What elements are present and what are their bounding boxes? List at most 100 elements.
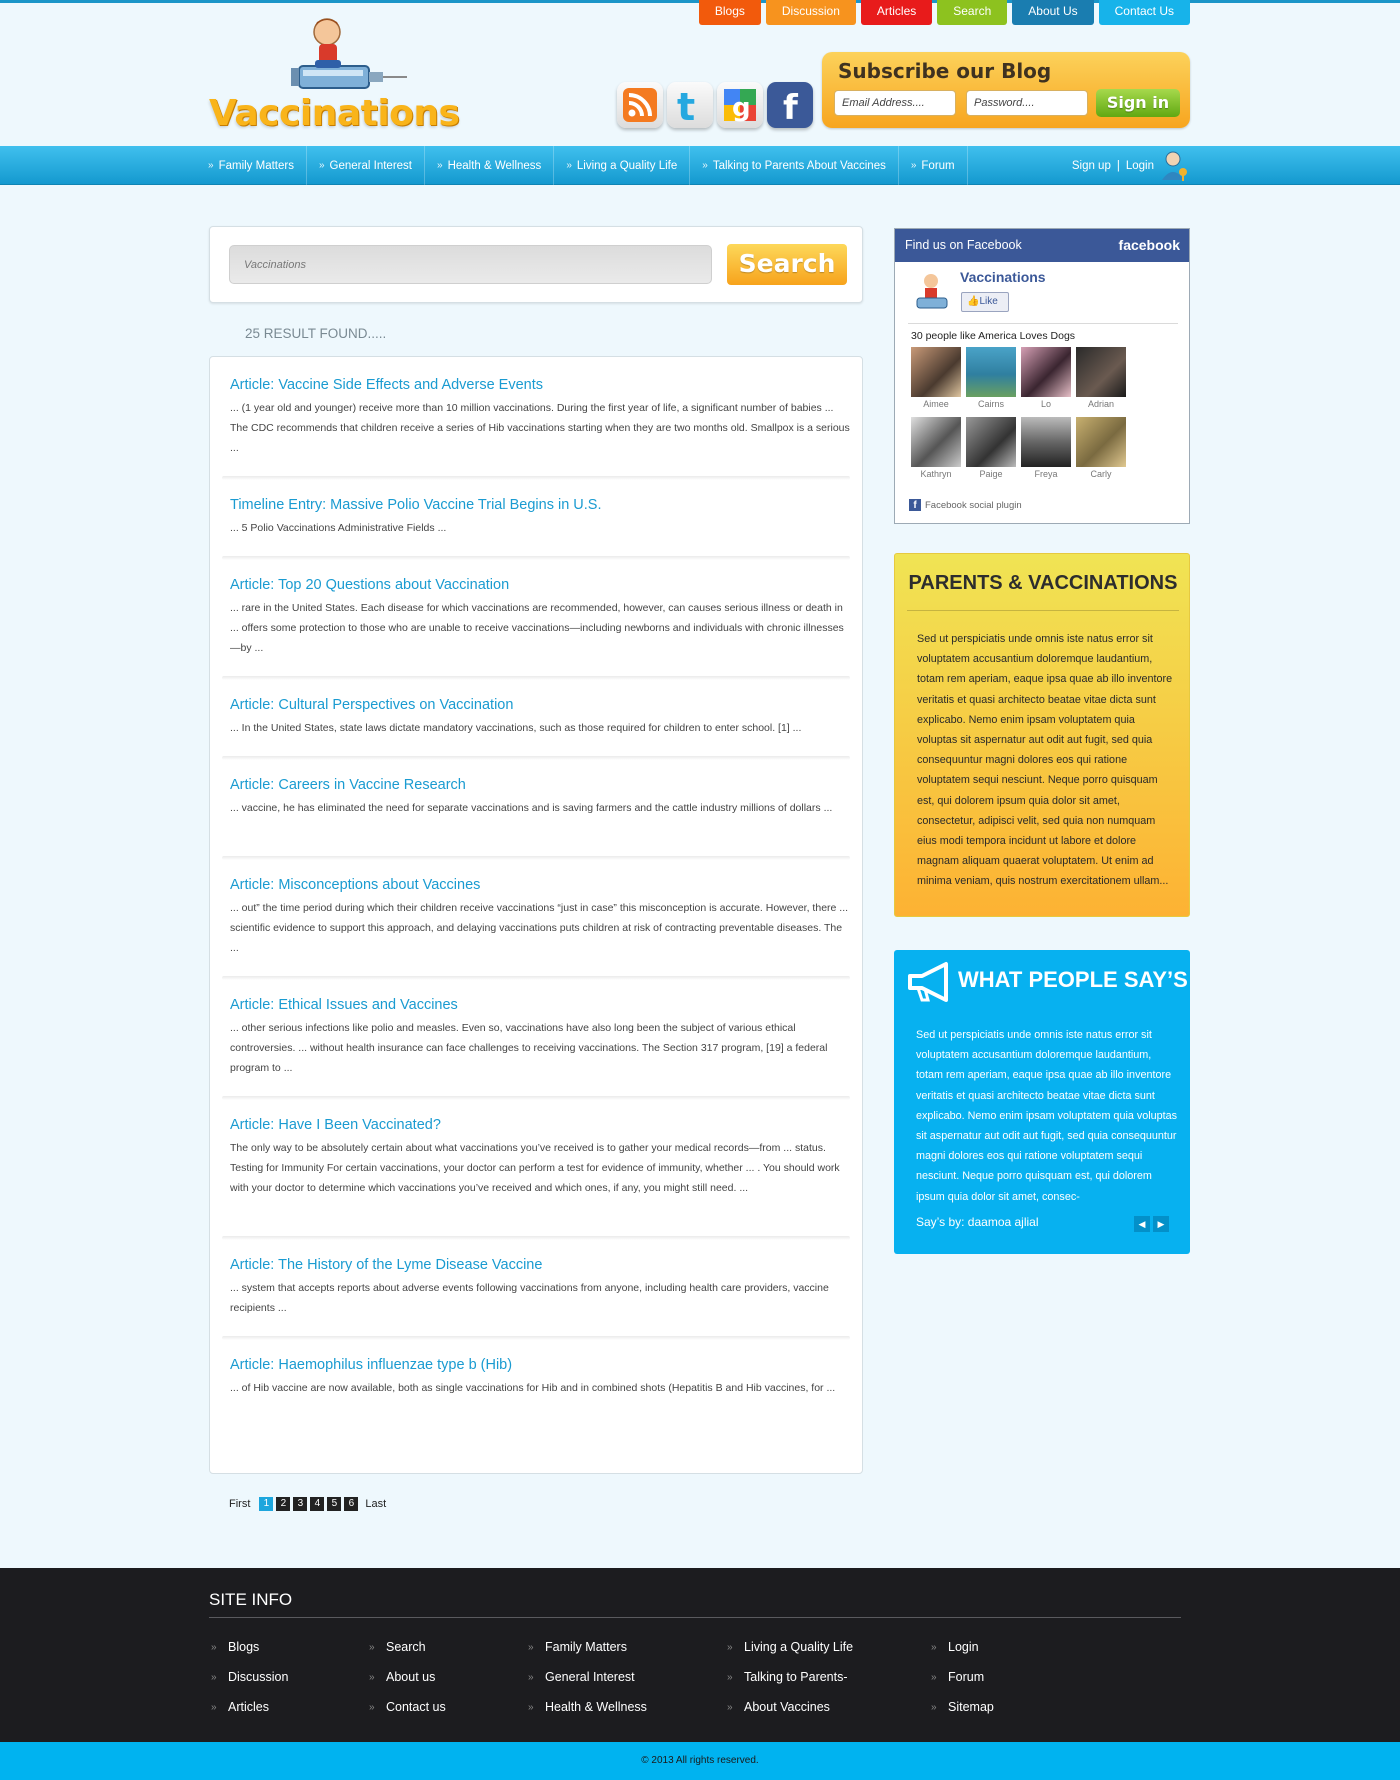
google-icon[interactable]: g xyxy=(717,82,763,128)
parents-vaccinations-panel: PARENTS & VACCINATIONS Sed ut perspiciat… xyxy=(894,553,1190,917)
footer-link-label: Login xyxy=(948,1640,979,1654)
page-3[interactable]: 3 xyxy=(293,1497,308,1511)
footer-link-label: About us xyxy=(386,1670,436,1684)
nav-separator: | xyxy=(1116,159,1120,172)
result-title[interactable]: Article: Misconceptions about Vaccines xyxy=(230,877,850,893)
footer-link[interactable]: » Search xyxy=(369,1632,446,1662)
top-tab-search[interactable]: Search xyxy=(937,0,1008,25)
page-1[interactable]: 1 xyxy=(259,1497,274,1511)
fan-name: Freya xyxy=(1034,469,1058,479)
footer-link[interactable]: » Forum xyxy=(931,1662,994,1692)
parents-title: PARENTS & VACCINATIONS xyxy=(908,572,1178,594)
result-snippet: ... In the United States, state laws dic… xyxy=(230,722,802,734)
footer-link[interactable]: » About Vaccines xyxy=(727,1692,853,1722)
result-divider xyxy=(222,856,850,860)
footer-link[interactable]: » General Interest xyxy=(528,1662,647,1692)
fan[interactable]: Lo xyxy=(1021,347,1071,413)
signin-button[interactable]: Sign in xyxy=(1096,89,1180,117)
nav-item-health-wellness[interactable]: » Health & Wellness xyxy=(437,146,555,185)
result-title[interactable]: Article: Cultural Perspectives on Vaccin… xyxy=(230,697,850,713)
facebook-page-name[interactable]: Vaccinations xyxy=(960,269,1046,285)
top-tab-about-us[interactable]: About Us xyxy=(1012,0,1094,25)
result-item: Article: Careers in Vaccine Research ... … xyxy=(230,777,850,818)
page-last[interactable]: Last xyxy=(365,1498,386,1510)
page-2[interactable]: 2 xyxy=(276,1497,291,1511)
svg-text:t: t xyxy=(677,86,695,124)
top-tab-blogs[interactable]: Blogs xyxy=(698,0,761,25)
parents-text: Sed ut perspiciatis unde omnis iste natu… xyxy=(917,633,1173,888)
footer-link[interactable]: » Talking to Parents- xyxy=(727,1662,853,1692)
footer-link[interactable]: » Sitemap xyxy=(931,1692,994,1722)
footer-link[interactable]: » Family Matters xyxy=(528,1632,647,1662)
facebook-icon[interactable]: f xyxy=(767,82,813,128)
footer-link[interactable]: » Discussion xyxy=(211,1662,288,1692)
footer-column: » Blogs » Discussion » Articles xyxy=(211,1632,288,1722)
page-4[interactable]: 4 xyxy=(310,1497,325,1511)
top-tab-contact-us[interactable]: Contact Us xyxy=(1098,0,1190,25)
user-key-icon xyxy=(1162,151,1187,181)
footer-link-label: General Interest xyxy=(545,1670,635,1684)
footer-link[interactable]: » Login xyxy=(931,1632,994,1662)
fan-name: Aimee xyxy=(923,399,949,409)
signup-link[interactable]: Sign up xyxy=(1072,160,1111,172)
facebook-plugin-note[interactable]: f Facebook social plugin xyxy=(909,499,1022,511)
result-title[interactable]: Article: Top 20 Questions about Vaccinat… xyxy=(230,577,850,593)
facebook-like-button[interactable]: 👍Like xyxy=(961,292,1009,312)
result-snippet: ... other serious infections like polio … xyxy=(230,1022,828,1074)
nav-item-living-quality-life[interactable]: » Living a Quality Life xyxy=(566,146,691,185)
fan[interactable]: Cairns xyxy=(966,347,1016,413)
footer-link[interactable]: » About us xyxy=(369,1662,446,1692)
top-tab-articles[interactable]: Articles xyxy=(860,0,933,25)
next-arrow-icon[interactable]: ▶ xyxy=(1153,1216,1169,1232)
footer-column: » Living a Quality Life » Talking to Paren… xyxy=(727,1632,853,1722)
page-first[interactable]: First xyxy=(229,1498,250,1510)
footer-link[interactable]: » Contact us xyxy=(369,1692,446,1722)
site-logo[interactable]: Vaccinations xyxy=(207,14,460,134)
fan[interactable]: Paige xyxy=(966,417,1016,483)
fan[interactable]: Kathryn xyxy=(911,417,961,483)
nav-item-family-matters[interactable]: » Family Matters xyxy=(208,146,307,185)
fan[interactable]: Freya xyxy=(1021,417,1071,483)
page-5[interactable]: 5 xyxy=(327,1497,342,1511)
chevron-double-icon: » xyxy=(931,1701,937,1713)
result-title[interactable]: Article: Careers in Vaccine Research xyxy=(230,777,850,793)
password-field[interactable]: Password.... xyxy=(966,90,1088,116)
result-title[interactable]: Timeline Entry: Massive Polio Vaccine Tr… xyxy=(230,497,850,513)
people-page-name[interactable]: America Loves Dogs xyxy=(978,330,1075,342)
footer-link-label: Contact us xyxy=(386,1700,446,1714)
footer-link[interactable]: » Health & Wellness xyxy=(528,1692,647,1722)
page-6[interactable]: 6 xyxy=(344,1497,359,1511)
result-title[interactable]: Article: The History of the Lyme Disease… xyxy=(230,1257,850,1273)
rss-icon[interactable] xyxy=(617,82,663,128)
chevron-double-icon: » xyxy=(318,160,325,171)
footer-link[interactable]: » Blogs xyxy=(211,1632,288,1662)
megaphone-icon xyxy=(908,962,948,1002)
result-snippet: ... vaccine, he has eliminated the need … xyxy=(230,802,833,814)
result-title[interactable]: Article: Have I Been Vaccinated? xyxy=(230,1117,850,1133)
login-link[interactable]: Login xyxy=(1126,160,1154,172)
result-title[interactable]: Article: Ethical Issues and Vaccines xyxy=(230,997,850,1013)
result-item: Article: The History of the Lyme Disease… xyxy=(230,1257,850,1318)
footer-link[interactable]: » Articles xyxy=(211,1692,288,1722)
result-snippet: The only way to be absolutely certain ab… xyxy=(230,1142,840,1194)
nav-item-label: Health & Wellness xyxy=(447,159,542,172)
result-count: 25 RESULT FOUND..... xyxy=(245,326,387,341)
fan[interactable]: Adrian xyxy=(1076,347,1126,413)
fan[interactable]: Carly xyxy=(1076,417,1126,483)
search-input[interactable]: Vaccinations xyxy=(229,245,712,284)
top-tab-discussion[interactable]: Discussion xyxy=(765,0,856,25)
footer: SITE INFO » Blogs » Discussion » Articles »… xyxy=(0,1568,1400,1742)
nav-item-talking-to-parents[interactable]: » Talking to Parents About Vaccines xyxy=(702,146,899,185)
chevron-double-icon: » xyxy=(566,160,572,171)
search-button[interactable]: Search xyxy=(727,244,847,285)
page-avatar xyxy=(916,274,948,309)
result-title[interactable]: Article: Haemophilus influenzae type b (… xyxy=(230,1357,850,1373)
email-field[interactable]: Email Address.... xyxy=(834,90,956,116)
twitter-icon[interactable]: t xyxy=(667,82,713,128)
nav-item-forum[interactable]: » Forum xyxy=(911,146,968,185)
footer-link[interactable]: » Living a Quality Life xyxy=(727,1632,853,1662)
result-title[interactable]: Article: Vaccine Side Effects and Advers… xyxy=(230,377,850,393)
fan[interactable]: Aimee xyxy=(911,347,961,413)
nav-item-general-interest[interactable]: » General Interest xyxy=(319,146,425,185)
prev-arrow-icon[interactable]: ◀ xyxy=(1134,1216,1150,1232)
